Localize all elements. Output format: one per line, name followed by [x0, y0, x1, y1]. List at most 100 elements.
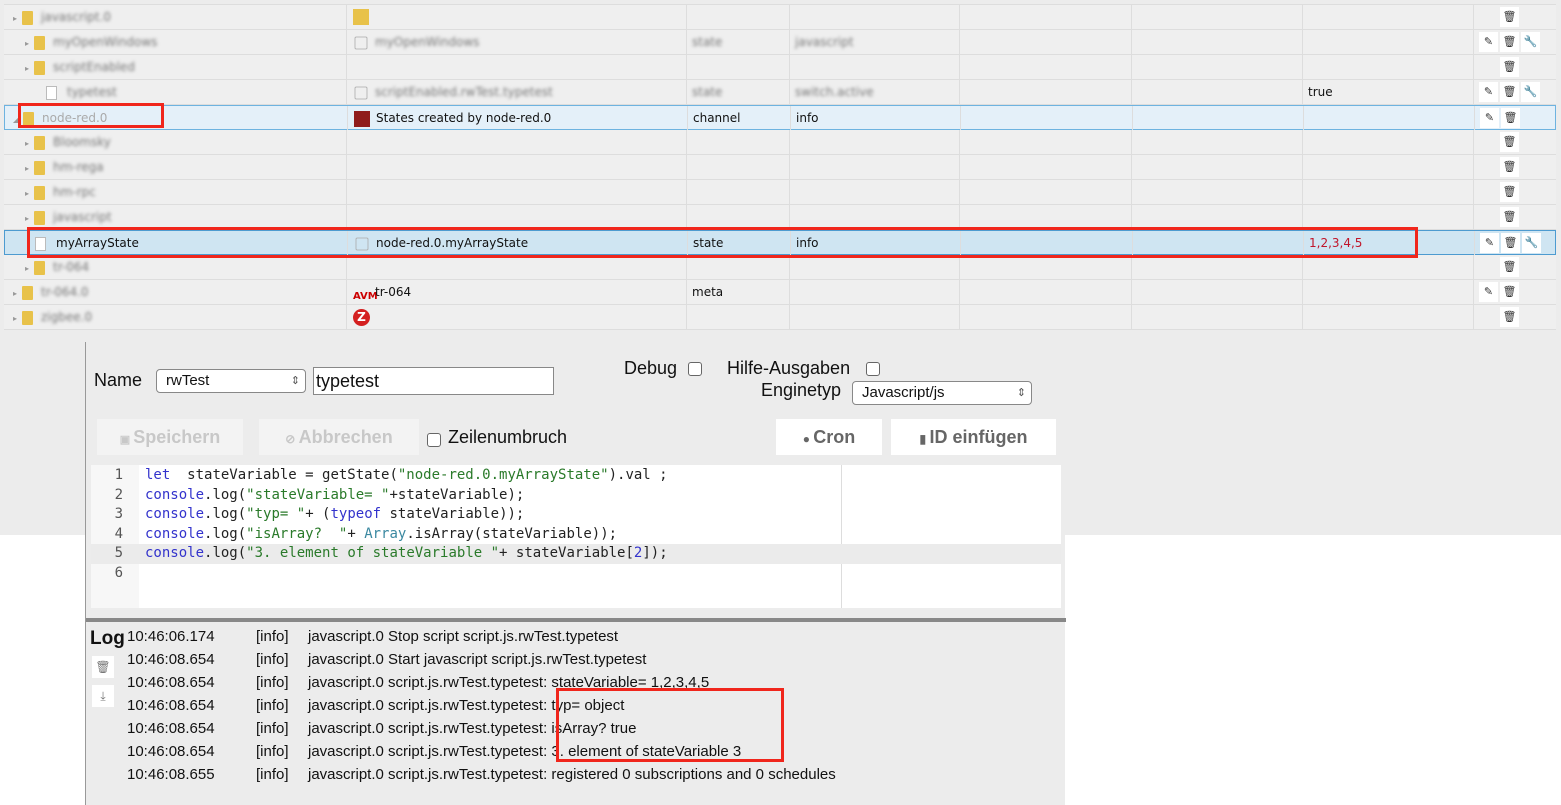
object-value: true: [1308, 85, 1333, 99]
log-time: 10:46:08.655: [127, 766, 215, 783]
delete-button[interactable]: 🗑: [1500, 282, 1519, 302]
name-cell: ▸ tr-064: [4, 255, 347, 279]
delete-button[interactable]: 🗑: [1500, 32, 1519, 52]
pencil-icon: ✎: [1484, 111, 1495, 124]
highlight-myarraystate: [27, 227, 1418, 258]
settings-button[interactable]: 🔧: [1522, 233, 1541, 253]
object-name: scriptEnabled: [53, 60, 135, 74]
delete-button[interactable]: 🗑: [1500, 132, 1519, 152]
code-editor[interactable]: 1 let stateVariable = getState("node-red.…: [91, 465, 1061, 608]
title-cell: [347, 55, 687, 79]
insert-id-button[interactable]: ▮ ID einfügen: [891, 419, 1056, 455]
object-title: scriptEnabled.rwTest.typetest: [375, 85, 553, 99]
delete-button[interactable]: 🗑: [1500, 207, 1519, 227]
role-cell: [790, 205, 960, 229]
delete-button[interactable]: 🗑: [1501, 233, 1520, 253]
expand-toggle[interactable]: ▸: [20, 32, 34, 54]
tree-row[interactable]: ◢ node-red.0 States created by node-red.0 c…: [4, 105, 1556, 130]
delete-button[interactable]: 🗑: [1500, 307, 1519, 327]
log-level: [info]: [256, 766, 289, 783]
edit-button[interactable]: ✎: [1479, 32, 1498, 52]
code-token: stateVariable = getState(: [170, 467, 398, 483]
script-name-input[interactable]: typetest: [313, 367, 554, 395]
engine-select[interactable]: Javascript/js ⇕: [852, 381, 1032, 405]
download-log-button[interactable]: ⤓: [92, 685, 114, 707]
tree-row[interactable]: typetest scriptEnabled.rwTest.typetest sta…: [4, 80, 1556, 105]
save-icon: ▣: [119, 434, 134, 446]
tree-row[interactable]: ▸ javascript.0 🗑: [4, 5, 1556, 30]
settings-button[interactable]: 🔧: [1521, 82, 1540, 102]
code-token: + (: [305, 506, 331, 522]
tree-row[interactable]: ▸ hm-rega 🗑: [4, 155, 1556, 180]
wrap-checkbox[interactable]: [427, 433, 441, 447]
node-red-icon: [354, 110, 370, 127]
type-cell: state: [687, 30, 790, 54]
expand-toggle[interactable]: ▸: [20, 157, 34, 179]
title-cell: scriptEnabled.rwTest.typetest: [347, 80, 687, 104]
delete-button[interactable]: 🗑: [1500, 7, 1519, 27]
expand-toggle[interactable]: ▸: [8, 7, 22, 29]
actions-cell: 🗑: [1474, 155, 1556, 179]
value-cell: [1304, 106, 1475, 130]
title-cell: [347, 5, 687, 29]
expand-toggle[interactable]: ▸: [20, 182, 34, 204]
log-level: [info]: [256, 651, 289, 668]
help-checkbox[interactable]: [866, 362, 880, 376]
value-cell: true: [1303, 80, 1474, 104]
folder-select[interactable]: rwTest ⇕: [156, 369, 306, 393]
pencil-icon: ✎: [1483, 35, 1494, 48]
expand-toggle[interactable]: ▸: [20, 257, 34, 279]
actions-cell: 🗑: [1474, 205, 1556, 229]
tree-row[interactable]: ▸ hm-rpc 🗑: [4, 180, 1556, 205]
cancel-button[interactable]: ⊘ Abbrechen: [259, 419, 419, 455]
tree-row[interactable]: ▸ scriptEnabled 🗑: [4, 55, 1556, 80]
name-cell: typetest: [4, 80, 347, 104]
delete-button[interactable]: 🗑: [1501, 108, 1520, 128]
edit-button[interactable]: ✎: [1479, 82, 1498, 102]
trash-icon: 🗑: [1502, 85, 1517, 98]
type-cell: [687, 155, 790, 179]
role-cell: [790, 155, 960, 179]
value-cell: [1303, 55, 1474, 79]
delete-button[interactable]: 🗑: [1500, 257, 1519, 277]
save-button[interactable]: ▣ Speichern: [97, 419, 243, 455]
function-cell: [1132, 205, 1303, 229]
object-title: States created by node-red.0: [376, 111, 552, 125]
role-cell: [790, 280, 960, 304]
folder-value: rwTest: [166, 372, 210, 389]
room-cell: [960, 5, 1132, 29]
delete-button[interactable]: 🗑: [1500, 57, 1519, 77]
expand-toggle[interactable]: ▸: [8, 282, 22, 304]
type-cell: [687, 205, 790, 229]
expand-toggle[interactable]: ▸: [20, 132, 34, 154]
trash-icon: 🗑: [1502, 285, 1517, 298]
tree-row[interactable]: ▸ Bloomsky 🗑: [4, 130, 1556, 155]
code-line: 1 let stateVariable = getState("node-red.…: [91, 466, 1061, 486]
tree-row[interactable]: ▸ myOpenWindows myOpenWindows state javascri…: [4, 30, 1556, 55]
clear-log-button[interactable]: 🗑: [92, 656, 114, 678]
delete-button[interactable]: 🗑: [1500, 82, 1519, 102]
object-name: zigbee.0: [41, 310, 93, 324]
settings-button[interactable]: 🔧: [1521, 32, 1540, 52]
object-title: myOpenWindows: [375, 35, 480, 49]
delete-button[interactable]: 🗑: [1500, 182, 1519, 202]
debug-checkbox[interactable]: [688, 362, 702, 376]
delete-button[interactable]: 🗑: [1500, 157, 1519, 177]
pencil-icon: ✎: [1483, 285, 1494, 298]
tree-row[interactable]: ▸ tr-064 🗑: [4, 255, 1556, 280]
expand-toggle[interactable]: ▸: [20, 57, 34, 79]
role-cell: switch.active: [790, 80, 960, 104]
code-line: 2 console.log("stateVariable= "+stateVari…: [91, 486, 1061, 506]
tree-row[interactable]: ▸ zigbee.0 Z 🗑: [4, 305, 1556, 330]
tree-row[interactable]: ▸ tr-064.0 AVMtr-064 meta ✎ 🗑: [4, 280, 1556, 305]
object-type: meta: [692, 285, 724, 299]
expand-toggle[interactable]: ▸: [20, 207, 34, 229]
cron-button[interactable]: ● Cron: [776, 419, 882, 455]
edit-button[interactable]: ✎: [1480, 233, 1499, 253]
trash-icon: 🗑: [1502, 135, 1517, 148]
edit-button[interactable]: ✎: [1480, 108, 1499, 128]
expand-toggle[interactable]: ▸: [8, 307, 22, 329]
object-role: switch.active: [795, 85, 874, 99]
room-cell: [960, 280, 1132, 304]
edit-button[interactable]: ✎: [1479, 282, 1498, 302]
